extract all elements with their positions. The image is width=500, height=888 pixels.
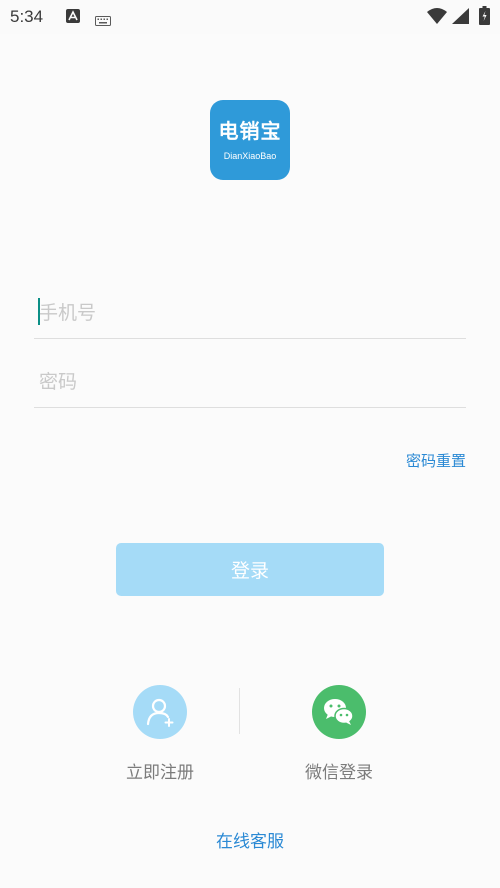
wechat-login-option[interactable]: 微信登录 xyxy=(269,685,409,783)
logo-title: 电销宝 xyxy=(218,119,282,143)
phone-input[interactable] xyxy=(39,298,449,328)
app-logo: 电销宝 DianXiaoBao xyxy=(210,100,290,180)
password-field xyxy=(34,357,466,408)
add-user-icon[interactable] xyxy=(133,685,187,739)
status-time: 5:34 xyxy=(10,7,44,26)
status-bar: 5:34 xyxy=(0,0,500,34)
login-button[interactable]: 登录 xyxy=(116,543,384,596)
wechat-login-label: 微信登录 xyxy=(305,763,373,783)
signal-icon xyxy=(452,8,469,28)
logo-subtitle: DianXiaoBao xyxy=(223,151,277,161)
phone-field xyxy=(34,288,466,339)
wechat-icon[interactable] xyxy=(312,685,366,739)
wifi-icon xyxy=(427,8,447,28)
keyboard-icon xyxy=(95,11,111,30)
password-input[interactable] xyxy=(39,367,449,397)
options-divider xyxy=(239,688,240,734)
register-option[interactable]: 立即注册 xyxy=(90,685,230,783)
notification-a-icon xyxy=(66,8,80,27)
battery-icon xyxy=(479,6,490,29)
password-reset-link[interactable]: 密码重置 xyxy=(406,450,466,471)
register-label: 立即注册 xyxy=(126,763,194,783)
online-service-link[interactable]: 在线客服 xyxy=(0,827,500,852)
